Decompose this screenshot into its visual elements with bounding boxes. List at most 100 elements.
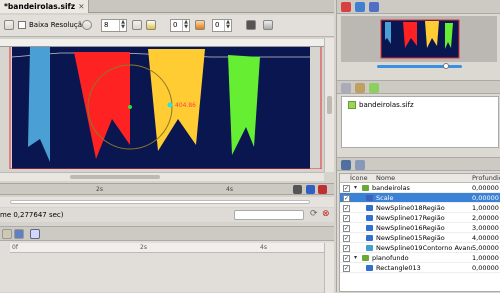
navigator-tab-icon[interactable] <box>341 2 351 12</box>
layer-row[interactable]: ✓ NewSpline017Região 2,00000 <box>340 213 500 223</box>
document-tab[interactable]: *bandeirolas.sifz ✕ <box>0 0 90 13</box>
library-tab-icon[interactable] <box>14 229 24 239</box>
canvas-area: 404.86 <box>0 47 322 169</box>
layer-name: planofundo <box>372 254 409 262</box>
past-onion-spin[interactable]: 0 ▲ ▼ <box>170 19 190 32</box>
layer-row[interactable]: ✓ Scale 0,00000 <box>340 193 500 203</box>
horizontal-ruler <box>0 39 324 47</box>
layer-visibility-checkbox[interactable]: ✓ <box>343 235 350 242</box>
low-res-label: Baixa Resolução <box>29 21 87 29</box>
preview-icon[interactable] <box>246 20 256 30</box>
canvas[interactable]: 404.86 <box>0 47 322 169</box>
onion-skin-icon[interactable] <box>4 20 14 30</box>
scroll-thumb[interactable] <box>327 96 332 114</box>
layers-list: ✓ ▾ bandeirolas 0,00000 ✓ Scale 0,00000 ✓ NewSpl… <box>340 183 500 273</box>
layer-depth: 1,00000 <box>472 204 499 212</box>
layer-row[interactable]: ✓ Rectangle013 0,00000 <box>340 263 500 273</box>
params-vscroll[interactable] <box>324 243 334 293</box>
layer-row[interactable]: ✓ ▾ planofundo 1,00000 <box>340 253 500 263</box>
layer-name: NewSpline019Contorno Avançado <box>376 244 472 252</box>
layer-row[interactable]: ✓ NewSpline015Região 4,00000 <box>340 233 500 243</box>
history-tab-icon[interactable] <box>369 2 379 12</box>
zoom-slider-knob[interactable] <box>443 63 449 69</box>
layer-visibility-checkbox[interactable]: ✓ <box>343 255 350 262</box>
keyframe-lock-icon[interactable] <box>306 185 315 194</box>
status-text: me 0,277647 sec) <box>0 211 64 219</box>
zoom-icon[interactable] <box>82 20 92 30</box>
layer-depth: 0,00000 <box>472 194 499 202</box>
tool-options-tab-icon[interactable] <box>341 83 351 93</box>
layer-visibility-checkbox[interactable]: ✓ <box>343 265 350 272</box>
layer-depth: 1,00000 <box>472 254 499 262</box>
time-slider[interactable]: 2s 4s <box>0 183 334 195</box>
layer-name: NewSpline015Região <box>376 234 445 242</box>
status-row: me 0,277647 sec) ⟳ ⊗ <box>0 208 334 222</box>
canvas-browser-tab-icon[interactable] <box>369 83 379 93</box>
handle-value: 404.86 <box>175 102 196 109</box>
region-layer-icon <box>366 215 373 221</box>
layer-visibility-checkbox[interactable]: ✓ <box>343 205 350 212</box>
layer-depth: 3,00000 <box>472 224 499 232</box>
hscroll-thumb[interactable] <box>70 175 160 179</box>
guide-icon[interactable] <box>146 20 156 30</box>
expander-icon[interactable]: ▾ <box>354 183 357 193</box>
play-icon[interactable] <box>293 185 302 194</box>
right-panel: bandeirolas.sifz Ícone Nome Profundid ✓ ▾… <box>336 0 500 292</box>
refresh-icon[interactable]: ⟳ <box>310 209 318 219</box>
animation-mode-button[interactable] <box>318 185 327 194</box>
stop-icon[interactable]: ⊗ <box>322 209 330 219</box>
sets-tab-icon[interactable] <box>355 160 365 170</box>
layer-visibility-checkbox[interactable]: ✓ <box>343 215 350 222</box>
layer-depth: 4,00000 <box>472 234 499 242</box>
layer-visibility-checkbox[interactable]: ✓ <box>343 245 350 252</box>
params-panel: 0f 2s 4s <box>0 226 334 293</box>
region-layer-icon <box>366 235 373 241</box>
layer-row[interactable]: ✓ NewSpline016Região 3,00000 <box>340 223 500 233</box>
folder-layer-icon <box>362 255 369 261</box>
canvas-toolbar: Baixa Resolução 8 ▲ ▼ 0 ▲ ▼ 0 ▲ ▼ <box>0 15 334 37</box>
layers-tab-icon[interactable] <box>341 160 351 170</box>
info-tab-icon[interactable] <box>355 2 365 12</box>
region-layer-icon <box>366 205 373 211</box>
quality-spin[interactable]: 8 ▲ ▼ <box>101 19 127 32</box>
layer-name: NewSpline018Região <box>376 204 445 212</box>
canvas-browser-list: bandeirolas.sifz <box>341 96 499 148</box>
expander-icon[interactable]: ▾ <box>354 253 357 263</box>
palette-tab-icon[interactable] <box>355 83 365 93</box>
outline-layer-icon <box>366 245 373 251</box>
canvas-hscroll[interactable] <box>0 172 324 181</box>
time-mark: 2s <box>96 186 103 193</box>
grid-icon[interactable] <box>132 20 142 30</box>
document-tabbar: *bandeirolas.sifz ✕ <box>0 0 334 13</box>
params-tab-icon[interactable] <box>2 229 12 239</box>
layer-visibility-checkbox[interactable]: ✓ <box>343 225 350 232</box>
layer-row[interactable]: ✓ NewSpline018Região 1,00000 <box>340 203 500 213</box>
origin-handle[interactable] <box>128 105 132 109</box>
layers-table-header: Ícone Nome Profundid <box>340 174 500 183</box>
layer-visibility-checkbox[interactable]: ✓ <box>343 185 350 192</box>
render-icon[interactable] <box>195 20 205 30</box>
canvas-file-item[interactable]: bandeirolas.sifz <box>359 101 414 109</box>
canvas-vscroll[interactable] <box>324 38 334 172</box>
navigator-preview[interactable] <box>341 16 497 62</box>
future-onion-spin[interactable]: 0 ▲ ▼ <box>212 19 232 32</box>
time-mark: 4s <box>226 186 233 193</box>
layer-row[interactable]: ✓ ▾ bandeirolas 0,00000 <box>340 183 500 193</box>
close-icon[interactable]: ✕ <box>78 0 84 13</box>
layer-row[interactable]: ✓ NewSpline019Contorno Avançado5,00000 <box>340 243 500 253</box>
keyframes-tab-icon[interactable] <box>30 229 40 239</box>
zoom-slider[interactable] <box>377 65 462 68</box>
timetrack-ruler: 0f 2s 4s <box>10 243 324 253</box>
scale-layer-icon <box>366 195 373 201</box>
time-track[interactable] <box>0 197 334 207</box>
animation-mode-icon[interactable] <box>263 20 273 30</box>
layer-depth: 5,00000 <box>472 244 499 252</box>
layer-name: bandeirolas <box>372 184 410 192</box>
layers-panel: Ícone Nome Profundid ✓ ▾ bandeirolas 0,0000… <box>339 173 500 292</box>
layer-name: Rectangle013 <box>376 264 421 272</box>
scale-handle[interactable] <box>167 102 173 108</box>
low-res-checkbox[interactable] <box>18 21 26 29</box>
layer-visibility-checkbox[interactable]: ✓ <box>343 195 350 202</box>
layer-depth: 2,00000 <box>472 214 499 222</box>
region-layer-icon <box>366 225 373 231</box>
